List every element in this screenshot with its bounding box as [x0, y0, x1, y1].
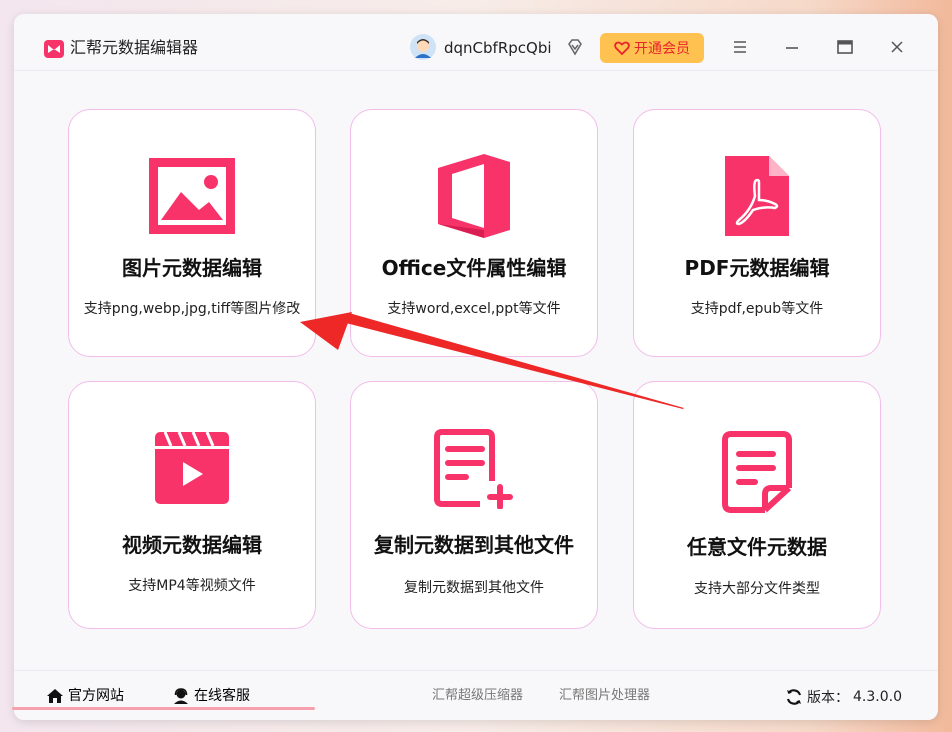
office-icon — [438, 154, 510, 238]
card-title: Office文件属性编辑 — [381, 256, 567, 280]
support-label: 在线客服 — [194, 688, 250, 704]
card-desc: 支持MP4等视频文件 — [128, 578, 256, 594]
official-website-link[interactable]: 官方网站 — [46, 687, 124, 705]
card-office-properties[interactable]: Office文件属性编辑 支持word,excel,ppt等文件 — [350, 109, 598, 357]
title-bar: 汇帮元数据编辑器 dqnCbfRpcQbi 开通会员 — [14, 14, 938, 71]
version-number: 4.3.0.0 — [853, 689, 902, 705]
version-label: 版本： — [807, 690, 850, 706]
version-info[interactable]: 版本： 4.3.0.0 — [785, 687, 902, 707]
file-icon — [722, 431, 792, 513]
website-label: 官方网站 — [68, 688, 124, 704]
home-icon — [47, 689, 63, 703]
refresh-icon — [786, 689, 802, 705]
video-icon — [155, 432, 229, 504]
card-video-metadata[interactable]: 视频元数据编辑 支持MP4等视频文件 — [68, 381, 316, 629]
minimize-icon[interactable] — [781, 36, 803, 58]
card-desc: 支持pdf,epub等文件 — [690, 301, 824, 317]
online-support-link[interactable]: 在线客服 — [172, 687, 250, 705]
diamond-icon — [568, 39, 582, 56]
card-title: 视频元数据编辑 — [122, 533, 262, 557]
progress-bar — [12, 707, 315, 710]
footer-bar: 官方网站 在线客服 汇帮超级压缩器 汇帮图片处理器 版本： 4.3.0.0 — [14, 670, 938, 721]
avatar[interactable] — [410, 34, 436, 60]
card-any-file-metadata[interactable]: 任意文件元数据 支持大部分文件类型 — [633, 381, 881, 629]
card-desc: 支持png,webp,jpg,tiff等图片修改 — [83, 301, 301, 317]
app-title: 汇帮元数据编辑器 — [70, 38, 199, 57]
maximize-icon[interactable] — [834, 36, 856, 58]
card-image-metadata[interactable]: 图片元数据编辑 支持png,webp,jpg,tiff等图片修改 — [68, 109, 316, 357]
menu-icon[interactable] — [729, 36, 751, 58]
copy-document-icon — [434, 429, 513, 509]
app-window: 汇帮元数据编辑器 dqnCbfRpcQbi 开通会员 图片元数据编辑 支持png… — [14, 14, 938, 720]
vip-label: 开通会员 — [634, 41, 690, 57]
card-title: 任意文件元数据 — [687, 535, 827, 559]
heart-icon — [614, 41, 630, 56]
image-processor-link[interactable]: 汇帮图片处理器 — [559, 687, 650, 705]
app-logo-icon — [44, 40, 64, 58]
vip-button[interactable]: 开通会员 — [600, 33, 704, 63]
card-desc: 支持大部分文件类型 — [694, 581, 820, 597]
card-desc: 复制元数据到其他文件 — [404, 580, 544, 596]
customer-service-icon — [174, 688, 188, 704]
compressor-link[interactable]: 汇帮超级压缩器 — [432, 687, 523, 705]
close-icon[interactable] — [886, 36, 908, 58]
card-pdf-metadata[interactable]: PDF元数据编辑 支持pdf,epub等文件 — [633, 109, 881, 357]
card-copy-metadata[interactable]: 复制元数据到其他文件 复制元数据到其他文件 — [350, 381, 598, 629]
card-title: 复制元数据到其他文件 — [374, 533, 574, 557]
pdf-icon — [725, 156, 789, 236]
card-title: 图片元数据编辑 — [122, 256, 262, 280]
image-icon — [149, 158, 235, 234]
card-title: PDF元数据编辑 — [684, 256, 830, 280]
username[interactable]: dqnCbfRpcQbi — [444, 38, 552, 58]
card-desc: 支持word,excel,ppt等文件 — [387, 301, 561, 317]
